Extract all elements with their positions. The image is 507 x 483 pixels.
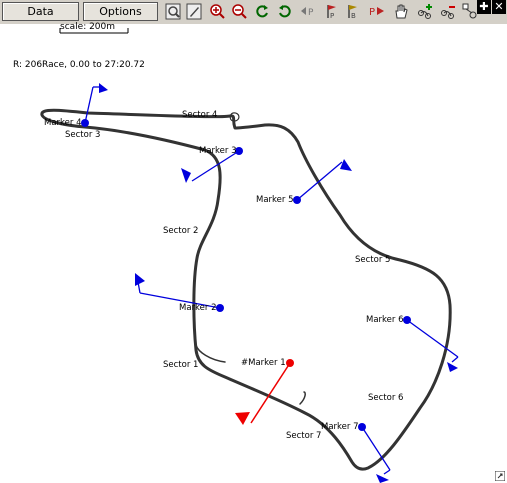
marker-1[interactable] bbox=[235, 359, 294, 425]
sector-7-label: Sector 7 bbox=[286, 431, 321, 441]
marker-6-label: Marker 6 bbox=[366, 315, 404, 325]
sector-5-label: Sector 5 bbox=[355, 255, 390, 265]
marker-4[interactable] bbox=[81, 83, 108, 127]
marker-5-label: Marker 5 bbox=[256, 195, 294, 205]
marker-4-label: Marker 4 bbox=[44, 118, 82, 128]
sector-4-label: Sector 4 bbox=[182, 110, 217, 120]
marker-3-label: Marker 3 bbox=[199, 146, 237, 156]
marker-1-label: #Marker 1 bbox=[241, 358, 286, 368]
track-map[interactable]: Marker 4 Sector 3 Sector 4 Marker 3 Mark… bbox=[0, 0, 507, 483]
sector-6-label: Sector 6 bbox=[368, 393, 403, 403]
resize-icon[interactable] bbox=[495, 471, 505, 481]
marker-2-label: Marker 2 bbox=[179, 303, 217, 313]
marker-5[interactable] bbox=[293, 159, 352, 204]
sector-1-label: Sector 1 bbox=[163, 360, 198, 370]
marker-7-label: Marker 7 bbox=[321, 422, 359, 432]
sector-3-label: Sector 3 bbox=[65, 130, 100, 140]
sector-2-label: Sector 2 bbox=[163, 226, 198, 236]
